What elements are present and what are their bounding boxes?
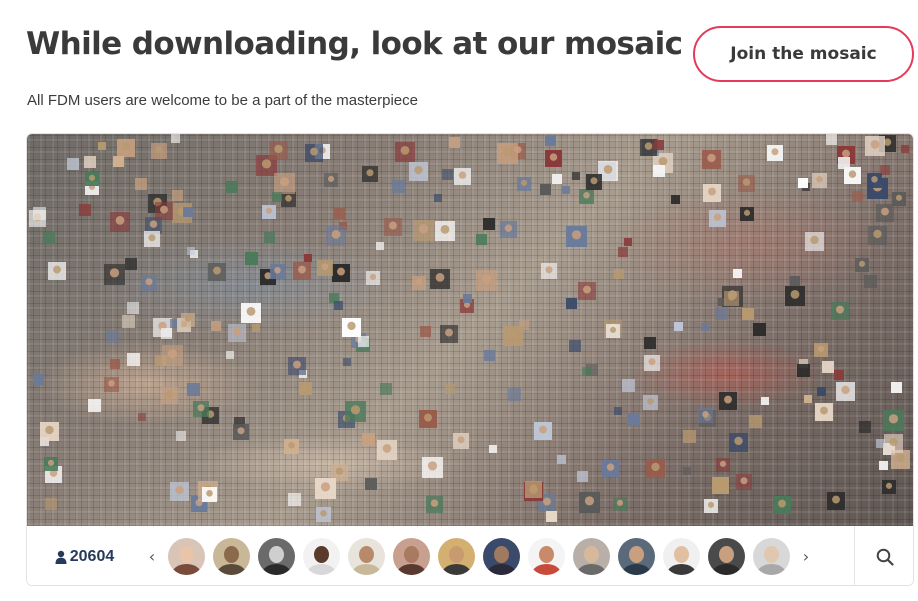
participant-avatar[interactable] <box>168 538 205 575</box>
user-icon <box>55 550 67 564</box>
participant-avatar[interactable] <box>573 538 610 575</box>
search-button[interactable] <box>854 526 913 585</box>
mosaic-tiles <box>29 134 910 522</box>
page-subtitle: All FDM users are welcome to be a part o… <box>27 92 418 109</box>
next-arrow-icon[interactable]: › <box>796 547 816 566</box>
participant-avatar[interactable] <box>528 538 565 575</box>
prev-arrow-icon[interactable]: ‹ <box>142 547 162 566</box>
participant-avatar[interactable] <box>213 538 250 575</box>
participant-avatar[interactable] <box>618 538 655 575</box>
mosaic-image[interactable] <box>27 134 913 526</box>
participant-avatar[interactable] <box>303 538 340 575</box>
participant-avatar[interactable] <box>708 538 745 575</box>
avatar-list <box>162 538 796 575</box>
participant-avatar[interactable] <box>663 538 700 575</box>
participants-count-value: 20604 <box>69 547 115 565</box>
participant-avatar[interactable] <box>393 538 430 575</box>
participant-avatar[interactable] <box>348 538 385 575</box>
search-icon <box>876 548 894 566</box>
page-title: While downloading, look at our mosaic <box>26 26 683 62</box>
participants-bar: 20604 ‹ › <box>27 526 913 585</box>
participant-avatar[interactable] <box>258 538 295 575</box>
mosaic-panel: 20604 ‹ › <box>26 133 914 586</box>
participant-avatar[interactable] <box>753 538 790 575</box>
participant-avatar[interactable] <box>438 538 475 575</box>
join-mosaic-button[interactable]: Join the mosaic <box>693 26 914 82</box>
participants-count: 20604 <box>27 526 142 585</box>
participant-avatar[interactable] <box>483 538 520 575</box>
